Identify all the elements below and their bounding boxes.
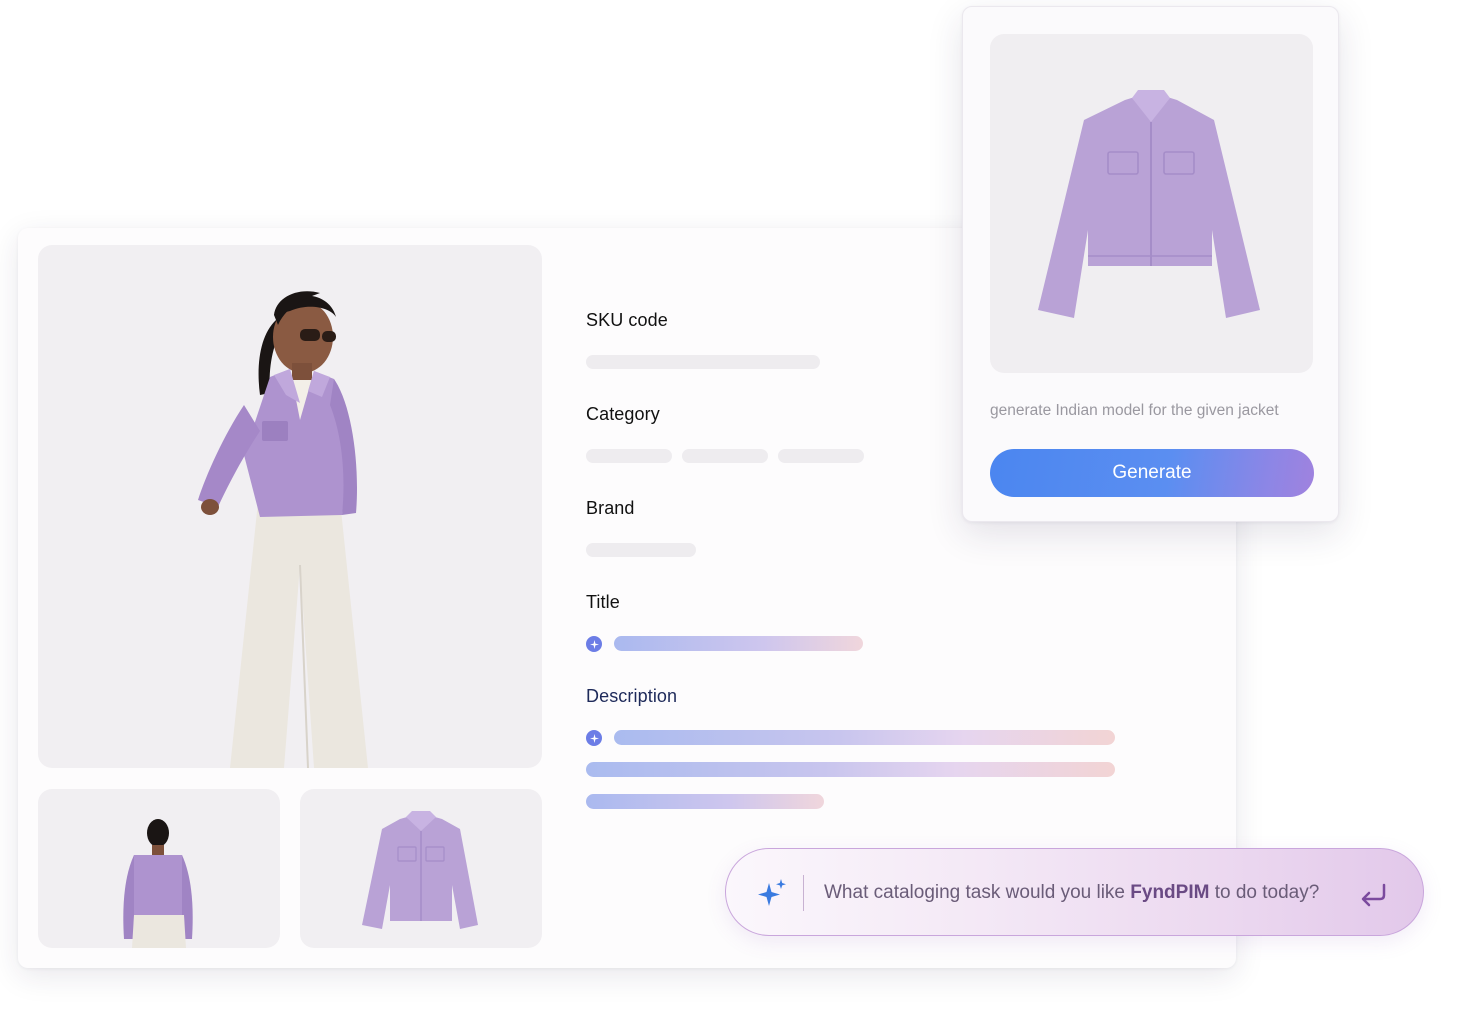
product-main-image[interactable] xyxy=(38,245,542,768)
label-description: Description xyxy=(586,686,678,706)
label-title: Title xyxy=(586,592,620,612)
category-chip-placeholder xyxy=(778,449,864,463)
brand-value-placeholder xyxy=(586,543,696,557)
chat-input[interactable]: What cataloging task would you like Fynd… xyxy=(824,882,1319,904)
generate-panel: generate Indian model for the given jack… xyxy=(962,6,1339,522)
description-ai-generating-bar xyxy=(614,730,1115,745)
label-category: Category xyxy=(586,404,660,424)
enter-icon[interactable] xyxy=(1358,879,1390,909)
category-chip-placeholder xyxy=(682,449,768,463)
chat-brand-name: FyndPIM xyxy=(1130,882,1210,903)
category-chip-placeholder xyxy=(586,449,672,463)
sku-code-value-placeholder xyxy=(586,355,820,369)
ai-sparkle-icon xyxy=(586,730,602,746)
generate-prompt-text: generate Indian model for the given jack… xyxy=(990,402,1279,419)
model-front-illustration xyxy=(198,291,368,768)
chat-placeholder-before: What cataloging task would you like xyxy=(824,882,1131,903)
label-brand: Brand xyxy=(586,498,635,518)
source-jacket-image xyxy=(990,34,1313,373)
jacket-flat-illustration xyxy=(362,811,478,929)
jacket-flat-illustration xyxy=(1038,90,1260,318)
product-thumbnail-back[interactable] xyxy=(38,789,280,948)
description-ai-generating-bar xyxy=(586,762,1115,777)
chat-prompt-bar[interactable]: What cataloging task would you like Fynd… xyxy=(725,848,1424,936)
model-back-illustration xyxy=(123,819,193,948)
generate-button[interactable]: Generate xyxy=(990,449,1314,497)
description-ai-generating-bar xyxy=(586,794,824,809)
ai-sparkle-icon xyxy=(586,636,602,652)
chat-divider xyxy=(803,875,804,911)
title-ai-generating-bar xyxy=(614,636,863,651)
label-sku-code: SKU code xyxy=(586,310,668,330)
chat-placeholder-after: to do today? xyxy=(1209,882,1320,903)
product-thumbnail-jacket[interactable] xyxy=(300,789,542,948)
sparkle-icon xyxy=(758,879,786,906)
